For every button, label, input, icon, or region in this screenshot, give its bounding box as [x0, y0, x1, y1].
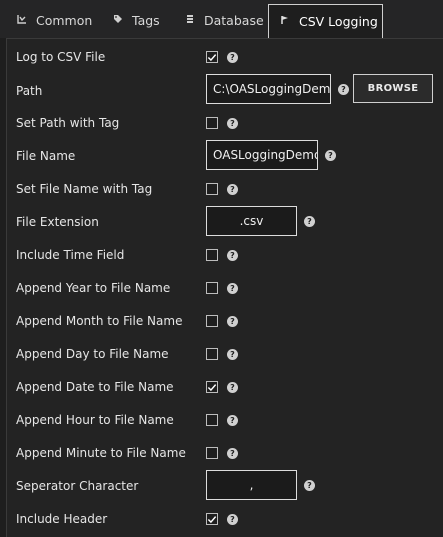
tab-database-label: Database — [204, 13, 264, 28]
separator-character-input[interactable]: , — [206, 470, 297, 500]
include-header-label: Include Header — [16, 512, 108, 526]
file-extension-input[interactable]: .csv — [206, 206, 297, 236]
tab-common-label: Common — [36, 13, 93, 28]
path-value: C:\OASLoggingDemo — [213, 82, 331, 96]
include-header-checkbox[interactable] — [206, 513, 218, 525]
tab-database[interactable]: Database — [174, 4, 264, 37]
append-year-label: Append Year to File Name — [16, 281, 171, 295]
log-to-csv-label: Log to CSV File — [16, 50, 106, 64]
tab-csv-logging[interactable]: CSV Logging — [268, 4, 383, 38]
append-date-label: Append Date to File Name — [16, 380, 174, 394]
file-name-input[interactable]: OASLoggingDemo — [206, 140, 318, 170]
append-month-checkbox[interactable] — [206, 315, 218, 327]
help-icon[interactable]: ? — [304, 216, 315, 227]
row-log-to-csv: Log to CSV File ? — [7, 41, 443, 74]
help-icon[interactable]: ? — [227, 118, 238, 129]
help-icon[interactable]: ? — [227, 349, 238, 360]
browse-button[interactable]: BROWSE — [353, 74, 433, 103]
row-include-header: Include Header ? — [7, 503, 443, 536]
database-icon — [184, 14, 196, 27]
file-name-label: File Name — [16, 149, 76, 163]
tab-tags[interactable]: Tags — [102, 4, 170, 37]
help-icon[interactable]: ? — [227, 316, 238, 327]
tab-bar: Common Tags Database CSV Logging — [0, 0, 443, 38]
help-icon[interactable]: ? — [227, 382, 238, 393]
set-path-with-tag-checkbox[interactable] — [206, 117, 218, 129]
help-icon[interactable]: ? — [227, 52, 238, 63]
row-append-date: Append Date to File Name ? — [7, 371, 443, 404]
row-include-time-field: Include Time Field ? — [7, 239, 443, 272]
append-hour-checkbox[interactable] — [206, 414, 218, 426]
tab-tags-label: Tags — [132, 13, 160, 28]
row-file-extension: File Extension .csv ? — [7, 206, 443, 239]
row-set-path-with-tag: Set Path with Tag ? — [7, 107, 443, 140]
include-time-field-label: Include Time Field — [16, 248, 125, 262]
row-set-file-name-with-tag: Set File Name with Tag ? — [7, 173, 443, 206]
append-day-checkbox[interactable] — [206, 348, 218, 360]
check-icon — [207, 383, 217, 391]
row-append-hour: Append Hour to File Name ? — [7, 404, 443, 437]
append-date-checkbox[interactable] — [206, 381, 218, 393]
help-icon[interactable]: ? — [304, 480, 315, 491]
append-hour-label: Append Hour to File Name — [16, 413, 174, 427]
csv-logging-icon — [279, 15, 291, 28]
file-name-value: OASLoggingDemo — [213, 148, 318, 162]
file-extension-value: .csv — [239, 214, 264, 228]
row-file-name: File Name OASLoggingDemo ? — [7, 140, 443, 173]
append-minute-checkbox[interactable] — [206, 447, 218, 459]
tab-csv-logging-label: CSV Logging — [299, 14, 378, 29]
tab-common[interactable]: Common — [6, 4, 98, 37]
path-input[interactable]: C:\OASLoggingDemo — [206, 74, 331, 104]
check-icon — [207, 515, 217, 523]
help-icon[interactable]: ? — [227, 415, 238, 426]
row-path: Path C:\OASLoggingDemo ? BROWSE — [7, 74, 443, 107]
separator-character-value: , — [249, 478, 254, 492]
help-icon[interactable]: ? — [338, 84, 349, 95]
append-month-label: Append Month to File Name — [16, 314, 183, 328]
row-append-month: Append Month to File Name ? — [7, 305, 443, 338]
append-year-checkbox[interactable] — [206, 282, 218, 294]
log-to-csv-checkbox[interactable] — [206, 51, 218, 63]
help-icon[interactable]: ? — [227, 514, 238, 525]
csv-logging-panel: Log to CSV File ? Path C:\OASLoggingDemo… — [6, 38, 443, 537]
help-icon[interactable]: ? — [227, 184, 238, 195]
append-minute-label: Append Minute to File Name — [16, 446, 186, 460]
help-icon[interactable]: ? — [227, 448, 238, 459]
row-append-day: Append Day to File Name ? — [7, 338, 443, 371]
row-append-year: Append Year to File Name ? — [7, 272, 443, 305]
separator-character-label: Seperator Character — [16, 479, 139, 493]
file-extension-label: File Extension — [16, 215, 99, 229]
help-icon[interactable]: ? — [325, 150, 336, 161]
help-icon[interactable]: ? — [227, 283, 238, 294]
row-append-minute: Append Minute to File Name ? — [7, 437, 443, 470]
help-icon[interactable]: ? — [227, 250, 238, 261]
path-label: Path — [16, 84, 43, 98]
append-day-label: Append Day to File Name — [16, 347, 169, 361]
include-time-field-checkbox[interactable] — [206, 249, 218, 261]
set-path-with-tag-label: Set Path with Tag — [16, 116, 120, 130]
set-file-name-with-tag-checkbox[interactable] — [206, 183, 218, 195]
check-icon — [207, 53, 217, 61]
tag-icon — [112, 14, 124, 27]
common-icon — [16, 14, 28, 27]
set-file-name-with-tag-label: Set File Name with Tag — [16, 182, 153, 196]
row-separator-character: Seperator Character , ? — [7, 470, 443, 503]
